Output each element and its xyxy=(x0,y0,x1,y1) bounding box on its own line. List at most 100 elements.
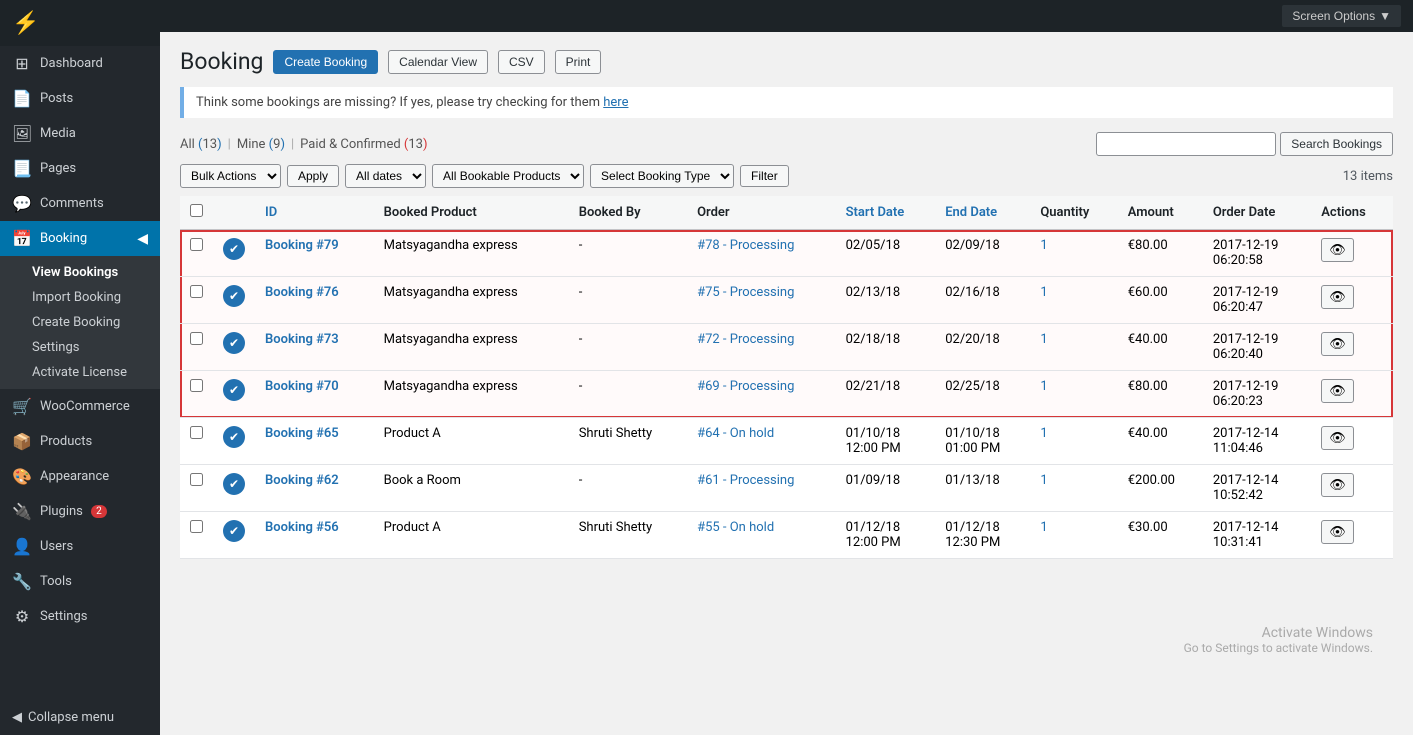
end-date: 02/09/18 xyxy=(935,230,1030,277)
booking-product: Matsyagandha express xyxy=(374,277,569,324)
booking-product: Matsyagandha express xyxy=(374,230,569,277)
sidebar-item-dashboard[interactable]: ⊞ Dashboard xyxy=(0,46,160,81)
row-checkbox[interactable] xyxy=(190,520,203,533)
sidebar-item-plugins[interactable]: 🔌 Plugins 2 xyxy=(0,494,160,529)
submenu-settings[interactable]: Settings xyxy=(0,335,160,360)
sidebar-item-pages[interactable]: 📃 Pages xyxy=(0,151,160,186)
sidebar: ⚡ ⊞ Dashboard 📄 Posts 🖼 Media 📃 Pages 💬 … xyxy=(0,0,160,735)
sidebar-item-posts[interactable]: 📄 Posts xyxy=(0,81,160,116)
collapse-menu[interactable]: ◀ Collapse menu xyxy=(0,700,160,735)
submenu-activate-license[interactable]: Activate License xyxy=(0,360,160,385)
submenu-import-booking[interactable]: Import Booking xyxy=(0,285,160,310)
topbar: Screen Options ▼ xyxy=(160,0,1413,32)
tools-icon: 🔧 xyxy=(12,572,32,591)
sidebar-item-booking[interactable]: 📅 Booking ◀ xyxy=(0,221,160,256)
sidebar-item-comments[interactable]: 💬 Comments xyxy=(0,186,160,221)
apply-button[interactable]: Apply xyxy=(287,165,339,187)
quantity-link[interactable]: 1 xyxy=(1040,238,1047,253)
order-link[interactable]: #61 - Processing xyxy=(697,473,794,488)
logo-icon: ⚡ xyxy=(12,11,39,36)
sidebar-item-label: Media xyxy=(40,126,76,141)
create-booking-button[interactable]: Create Booking xyxy=(273,50,378,74)
submenu-view-bookings[interactable]: View Bookings xyxy=(0,260,160,285)
view-button[interactable]: 👁 xyxy=(1321,238,1354,262)
sidebar-item-media[interactable]: 🖼 Media xyxy=(0,116,160,151)
booking-type-select[interactable]: Select Booking Type xyxy=(590,164,734,188)
order-link[interactable]: #69 - Processing xyxy=(697,379,794,394)
booking-id-link[interactable]: Booking #62 xyxy=(265,473,339,488)
view-button[interactable]: 👁 xyxy=(1321,473,1354,497)
booking-id-link[interactable]: Booking #56 xyxy=(265,520,339,535)
products-select[interactable]: All Bookable Products xyxy=(432,164,584,188)
row-checkbox[interactable] xyxy=(190,426,203,439)
row-checkbox[interactable] xyxy=(190,332,203,345)
page-title: Booking xyxy=(180,48,263,75)
start-date: 02/18/18 xyxy=(836,324,936,371)
sidebar-item-tools[interactable]: 🔧 Tools xyxy=(0,564,160,599)
select-all-checkbox[interactable] xyxy=(190,204,203,217)
filter-button[interactable]: Filter xyxy=(740,165,789,187)
order-link[interactable]: #64 - On hold xyxy=(697,426,774,441)
filter-paid-confirmed[interactable]: Paid & Confirmed (13) xyxy=(300,137,427,152)
row-checkbox[interactable] xyxy=(190,285,203,298)
row-checkbox[interactable] xyxy=(190,473,203,486)
csv-button[interactable]: CSV xyxy=(498,50,545,74)
row-checkbox[interactable] xyxy=(190,238,203,251)
booking-product: Matsyagandha express xyxy=(374,371,569,418)
search-input[interactable] xyxy=(1096,132,1276,156)
order-link[interactable]: #72 - Processing xyxy=(697,332,794,347)
amount: €60.00 xyxy=(1118,277,1203,324)
booking-id-link[interactable]: Booking #79 xyxy=(265,238,339,253)
sidebar-item-settings[interactable]: ⚙ Settings xyxy=(0,599,160,634)
booking-id-link[interactable]: Booking #73 xyxy=(265,332,339,347)
sidebar-item-label: Appearance xyxy=(40,469,109,484)
submenu-create-booking[interactable]: Create Booking xyxy=(0,310,160,335)
sidebar-item-label: Plugins xyxy=(40,504,83,519)
quantity-link[interactable]: 1 xyxy=(1040,285,1047,300)
quantity-link[interactable]: 1 xyxy=(1040,332,1047,347)
col-id-header: ID xyxy=(255,196,374,230)
quantity-link[interactable]: 1 xyxy=(1040,426,1047,441)
status-check-icon: ✔ xyxy=(223,426,245,448)
order-date: 2017-12-19 06:20:58 xyxy=(1203,230,1311,277)
bulk-actions-select[interactable]: Bulk Actions xyxy=(180,164,281,188)
booking-id-link[interactable]: Booking #70 xyxy=(265,379,339,394)
calendar-view-button[interactable]: Calendar View xyxy=(388,50,488,74)
filter-mine[interactable]: Mine (9) xyxy=(237,137,285,152)
end-date: 01/10/18 01:00 PM xyxy=(935,418,1030,465)
quantity-link[interactable]: 1 xyxy=(1040,379,1047,394)
status-check-icon: ✔ xyxy=(223,238,245,260)
page-header: Booking Create Booking Calendar View CSV… xyxy=(180,48,1393,75)
filter-all[interactable]: All (13) xyxy=(180,137,222,152)
end-date: 02/20/18 xyxy=(935,324,1030,371)
sidebar-item-users[interactable]: 👤 Users xyxy=(0,529,160,564)
order-link[interactable]: #78 - Processing xyxy=(697,238,794,253)
order-date: 2017-12-19 06:20:47 xyxy=(1203,277,1311,324)
status-check-icon: ✔ xyxy=(223,473,245,495)
order-link[interactable]: #75 - Processing xyxy=(697,285,794,300)
view-button[interactable]: 👁 xyxy=(1321,332,1354,356)
users-icon: 👤 xyxy=(12,537,32,556)
quantity-link[interactable]: 1 xyxy=(1040,473,1047,488)
view-button[interactable]: 👁 xyxy=(1321,285,1354,309)
screen-options-button[interactable]: Screen Options ▼ xyxy=(1282,5,1401,27)
sidebar-item-appearance[interactable]: 🎨 Appearance xyxy=(0,459,160,494)
booking-product: Product A xyxy=(374,418,569,465)
notice-link[interactable]: here xyxy=(603,95,628,110)
quantity-link[interactable]: 1 xyxy=(1040,520,1047,535)
booking-id-link[interactable]: Booking #65 xyxy=(265,426,339,441)
sidebar-item-woocommerce[interactable]: 🛒 WooCommerce xyxy=(0,389,160,424)
view-button[interactable]: 👁 xyxy=(1321,379,1354,403)
print-button[interactable]: Print xyxy=(555,50,602,74)
sidebar-item-products[interactable]: 📦 Products xyxy=(0,424,160,459)
order-link[interactable]: #55 - On hold xyxy=(697,520,774,535)
search-bookings-button[interactable]: Search Bookings xyxy=(1280,132,1393,156)
view-button[interactable]: 👁 xyxy=(1321,426,1354,450)
dates-select[interactable]: All dates xyxy=(345,164,426,188)
booking-id-link[interactable]: Booking #76 xyxy=(265,285,339,300)
view-button[interactable]: 👁 xyxy=(1321,520,1354,544)
toolbar: Bulk Actions Apply All dates All Bookabl… xyxy=(180,164,1393,188)
status-check-icon: ✔ xyxy=(223,520,245,542)
table-row: ✔Booking #70Matsyagandha express-#69 - P… xyxy=(180,371,1393,418)
row-checkbox[interactable] xyxy=(190,379,203,392)
